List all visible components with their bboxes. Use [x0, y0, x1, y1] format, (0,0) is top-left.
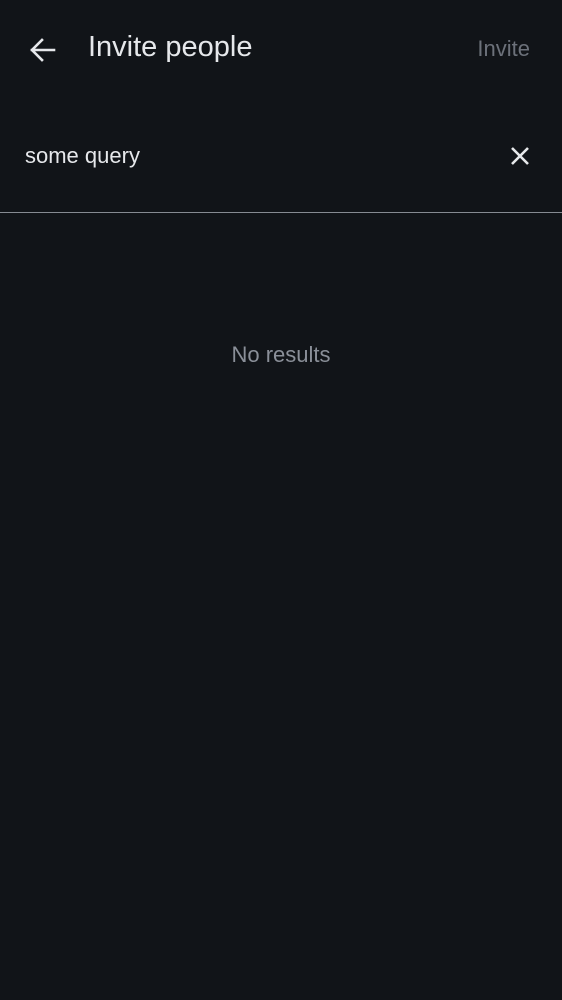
- close-icon: [511, 147, 529, 165]
- search-input[interactable]: [25, 138, 465, 174]
- page-title: Invite people: [88, 31, 253, 63]
- invite-button[interactable]: Invite: [477, 36, 530, 62]
- search-bar: [0, 112, 562, 213]
- top-app-bar: Invite people Invite: [0, 0, 562, 100]
- back-button[interactable]: [24, 32, 62, 68]
- clear-search-button[interactable]: [506, 142, 534, 170]
- no-results-message: No results: [231, 342, 331, 367]
- arrow-left-icon: [30, 38, 56, 62]
